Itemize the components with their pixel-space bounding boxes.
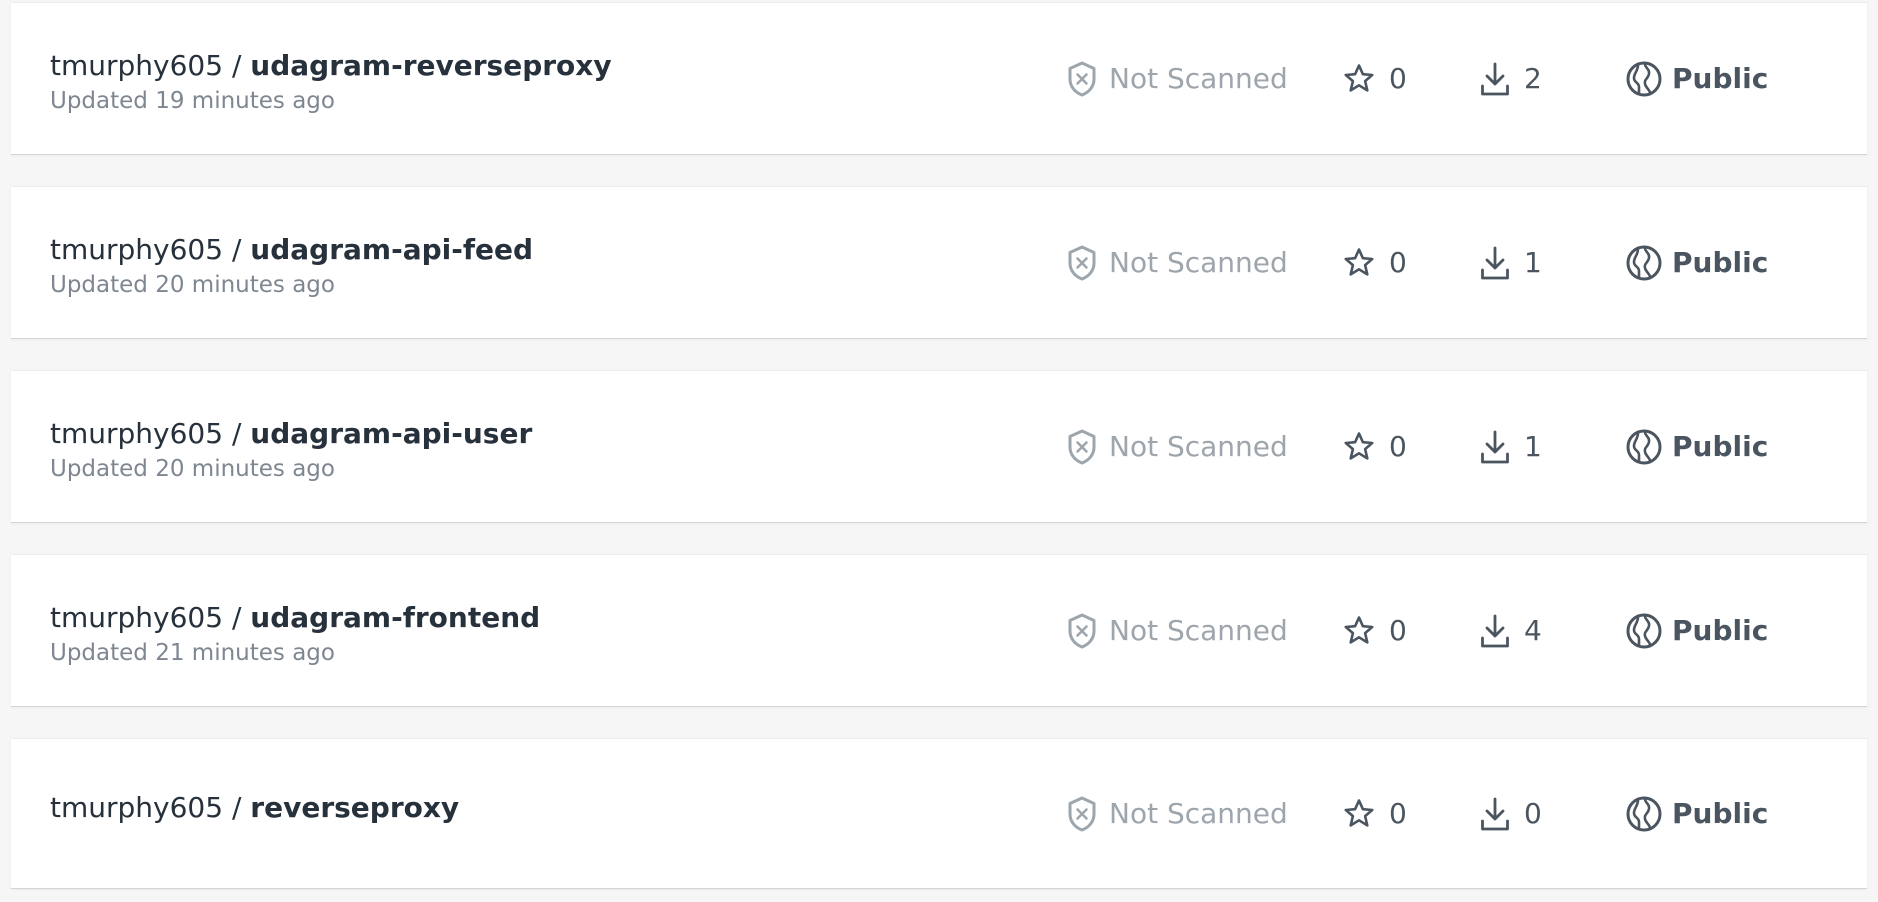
repository-separator: / (223, 233, 251, 266)
download-icon (1481, 614, 1509, 647)
repository-owner: tmurphy605 (50, 233, 224, 266)
repository-updated-time: Updated 20 minutes ago (50, 456, 335, 482)
pull-count: 4 (1480, 555, 1542, 706)
repository-owner: tmurphy605 (50, 601, 224, 634)
pull-count-value: 1 (1524, 246, 1542, 279)
star-count: 0 (1343, 187, 1407, 338)
star-count-value: 0 (1389, 614, 1407, 647)
star-icon (1344, 431, 1374, 460)
star-count: 0 (1343, 371, 1407, 522)
globe-icon (1626, 61, 1662, 96)
repository-row[interactable]: tmurphy605 / udagram-reverseproxy Update… (11, 2, 1867, 154)
repository-title[interactable]: reverseproxy (250, 791, 459, 824)
star-count-value: 0 (1389, 430, 1407, 463)
shield-x-icon (1068, 61, 1096, 96)
repository-name[interactable]: tmurphy605 / udagram-frontend (50, 601, 540, 635)
repository-row[interactable]: tmurphy605 / udagram-api-feed Updated 20… (11, 186, 1867, 338)
repository-separator: / (223, 601, 251, 634)
repository-name[interactable]: tmurphy605 / udagram-api-user (50, 417, 532, 451)
pull-count-value: 0 (1524, 797, 1542, 830)
visibility-label: Public (1672, 246, 1769, 279)
repository-row[interactable]: tmurphy605 / udagram-frontend Updated 21… (11, 554, 1867, 706)
scan-status-label: Not Scanned (1109, 62, 1288, 95)
scan-status: Not Scanned (1067, 555, 1288, 706)
visibility-badge: Public (1625, 371, 1768, 522)
shield-x-icon (1068, 796, 1096, 831)
repository-row[interactable]: tmurphy605 / udagram-api-user Updated 20… (11, 370, 1867, 522)
repository-title[interactable]: udagram-frontend (250, 601, 540, 634)
download-icon (1481, 430, 1509, 463)
repository-name[interactable]: tmurphy605 / udagram-reverseproxy (50, 49, 612, 83)
scan-status-label: Not Scanned (1109, 246, 1288, 279)
scan-status-label: Not Scanned (1109, 430, 1288, 463)
pull-count-value: 1 (1524, 430, 1542, 463)
repository-name[interactable]: tmurphy605 / udagram-api-feed (50, 233, 533, 267)
repository-list: tmurphy605 / udagram-reverseproxy Update… (11, 0, 1867, 902)
visibility-badge: Public (1625, 187, 1768, 338)
star-icon (1344, 798, 1374, 827)
star-count: 0 (1343, 3, 1407, 154)
repository-owner: tmurphy605 (50, 49, 224, 82)
star-count: 0 (1343, 739, 1407, 888)
scan-status: Not Scanned (1067, 371, 1288, 522)
pull-count-value: 4 (1524, 614, 1542, 647)
scan-status-label: Not Scanned (1109, 614, 1288, 647)
visibility-label: Public (1672, 62, 1769, 95)
visibility-badge: Public (1625, 555, 1768, 706)
star-count-value: 0 (1389, 246, 1407, 279)
repository-name[interactable]: tmurphy605 / reverseproxy (50, 791, 459, 825)
globe-icon (1626, 245, 1662, 280)
repository-updated-time: Updated 21 minutes ago (50, 640, 335, 666)
visibility-label: Public (1672, 797, 1769, 830)
repository-title[interactable]: udagram-api-user (250, 417, 532, 450)
visibility-badge: Public (1625, 739, 1768, 888)
shield-x-icon (1068, 429, 1096, 464)
scan-status: Not Scanned (1067, 187, 1288, 338)
pull-count: 1 (1480, 187, 1542, 338)
shield-x-icon (1068, 613, 1096, 648)
visibility-label: Public (1672, 614, 1769, 647)
repository-separator: / (223, 49, 251, 82)
repository-row[interactable]: tmurphy605 / reverseproxy Not Scanned 0 … (11, 738, 1867, 888)
pull-count: 1 (1480, 371, 1542, 522)
globe-icon (1626, 429, 1662, 464)
download-icon (1481, 797, 1509, 830)
scan-status: Not Scanned (1067, 3, 1288, 154)
repository-updated-time: Updated 19 minutes ago (50, 88, 335, 114)
pull-count-value: 2 (1524, 62, 1542, 95)
repository-separator: / (223, 791, 251, 824)
scan-status-label: Not Scanned (1109, 797, 1288, 830)
repository-title[interactable]: udagram-reverseproxy (250, 49, 611, 82)
pull-count: 2 (1480, 3, 1542, 154)
star-count-value: 0 (1389, 797, 1407, 830)
repository-updated-time: Updated 20 minutes ago (50, 272, 335, 298)
globe-icon (1626, 613, 1662, 648)
star-icon (1344, 247, 1374, 276)
star-icon (1344, 63, 1374, 92)
visibility-badge: Public (1625, 3, 1768, 154)
star-count-value: 0 (1389, 62, 1407, 95)
shield-x-icon (1068, 245, 1096, 280)
pull-count: 0 (1480, 739, 1542, 888)
globe-icon (1626, 796, 1662, 831)
repository-owner: tmurphy605 (50, 791, 224, 824)
download-icon (1481, 246, 1509, 279)
star-icon (1344, 615, 1374, 644)
scan-status: Not Scanned (1067, 739, 1288, 888)
repository-owner: tmurphy605 (50, 417, 224, 450)
star-count: 0 (1343, 555, 1407, 706)
visibility-label: Public (1672, 430, 1769, 463)
download-icon (1481, 62, 1509, 95)
repository-title[interactable]: udagram-api-feed (250, 233, 533, 266)
repository-separator: / (223, 417, 251, 450)
